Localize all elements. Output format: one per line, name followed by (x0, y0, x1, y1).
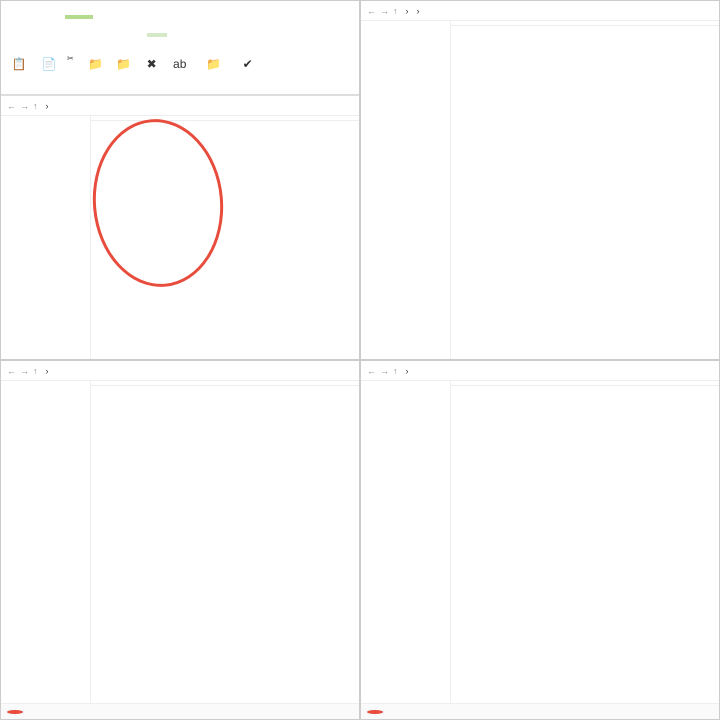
breadcrumb[interactable]: ← → ↑ › (361, 361, 719, 381)
copyto-button[interactable]: 📁 (112, 54, 136, 75)
up-icon[interactable]: ↑ (393, 6, 398, 16)
back-icon[interactable]: ← (367, 6, 376, 16)
tab-manage[interactable] (65, 15, 93, 19)
pane-top-right: ← → ↑ › › (360, 0, 720, 360)
breadcrumb[interactable]: ← → ↑ › (1, 96, 359, 116)
pane-bottom-right: ← → ↑ › (360, 360, 720, 720)
up-icon[interactable]: ↑ (33, 101, 38, 111)
pane-bottom-left: ← → ↑ › (0, 360, 360, 720)
moveto-icon: 📁 (88, 56, 104, 72)
up-icon[interactable]: ↑ (393, 366, 398, 376)
cut-button[interactable]: ✂ (67, 54, 74, 63)
sidebar[interactable] (361, 381, 451, 703)
moveto-button[interactable]: 📁 (84, 54, 108, 75)
sidebar[interactable] (1, 381, 91, 703)
newfolder-icon: 📁 (206, 56, 222, 72)
tab-home[interactable] (1, 15, 21, 19)
tab-drive-tools[interactable] (147, 33, 167, 37)
status-bar (361, 703, 719, 719)
delete-button[interactable]: ✖ (140, 54, 164, 75)
copy-icon: 📋 (11, 56, 27, 72)
forward-icon[interactable]: → (20, 366, 29, 376)
status-bar (1, 703, 359, 719)
forward-icon[interactable]: → (380, 6, 389, 16)
paste-button[interactable]: 📄 (37, 54, 61, 75)
breadcrumb[interactable]: ← → ↑ › › (361, 1, 719, 21)
props-button[interactable]: ✔ (236, 54, 260, 75)
column-headers[interactable] (91, 116, 359, 121)
tab-view[interactable] (41, 15, 61, 19)
forward-icon[interactable]: → (380, 366, 389, 376)
newfolder-button[interactable]: 📁 (202, 54, 226, 75)
copy-button[interactable]: 📋 (7, 54, 31, 75)
props-icon: ✔ (240, 56, 256, 72)
back-icon[interactable]: ← (7, 366, 16, 376)
back-icon[interactable]: ← (367, 366, 376, 376)
column-headers[interactable] (451, 381, 719, 386)
ribbon: 📋 📄 ✂ 📁 📁 ✖ ab 📁 ✔ (1, 1, 359, 96)
forward-icon[interactable]: → (20, 101, 29, 111)
sidebar[interactable] (1, 116, 91, 360)
pane-top-left: 📋 📄 ✂ 📁 📁 ✖ ab 📁 ✔ (0, 0, 360, 360)
rename-button[interactable]: ab (168, 54, 192, 75)
rename-icon: ab (172, 56, 188, 72)
copyto-icon: 📁 (116, 56, 132, 72)
tab-share[interactable] (21, 15, 41, 19)
sidebar[interactable] (361, 21, 451, 359)
back-icon[interactable]: ← (7, 101, 16, 111)
column-headers[interactable] (451, 21, 719, 26)
up-icon[interactable]: ↑ (33, 366, 38, 376)
breadcrumb[interactable]: ← → ↑ › (1, 361, 359, 381)
column-headers[interactable] (91, 381, 359, 386)
paste-icon: 📄 (41, 56, 57, 72)
delete-icon: ✖ (144, 56, 160, 72)
